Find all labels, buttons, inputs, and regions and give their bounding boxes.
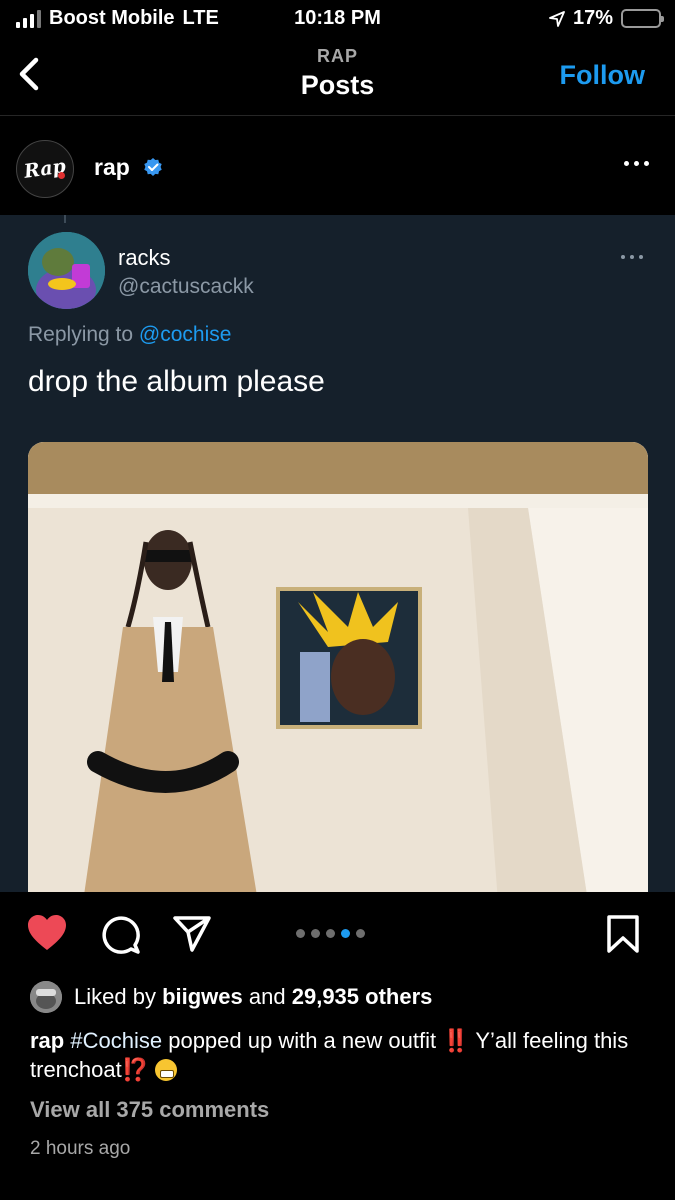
tweet-display-name: racks <box>118 245 171 270</box>
tweet-more-icon <box>621 255 643 259</box>
post-timestamp: 2 hours ago <box>30 1138 131 1159</box>
carousel-dot <box>311 929 320 938</box>
likes-middle: and <box>248 984 286 1009</box>
status-right: 17% <box>549 7 664 30</box>
likes-summary[interactable]: Liked by biigwes and 29,935 others <box>30 980 432 1014</box>
caption-user[interactable]: rap <box>30 1028 64 1053</box>
verified-badge-icon <box>144 158 162 176</box>
carousel-dot <box>296 929 305 938</box>
post-header: Rap rap <box>0 117 675 215</box>
comment-icon[interactable] <box>100 914 140 954</box>
carousel-dot <box>341 929 350 938</box>
more-options-icon[interactable] <box>624 161 649 166</box>
likes-count[interactable]: 29,935 others <box>292 984 433 1010</box>
grimacing-face-icon <box>155 1059 178 1081</box>
battery-icon <box>621 9 664 28</box>
likes-prefix: Liked by <box>74 984 156 1009</box>
carousel-dot <box>326 929 335 938</box>
replying-to: Replying to @cochise <box>28 323 231 347</box>
follow-button[interactable]: Follow <box>560 60 645 91</box>
status-bar: Boost Mobile LTE 10:18 PM 17% <box>0 0 675 38</box>
post-media-tweet[interactable]: racks @cactuscackk Replying to @cochise … <box>0 215 675 892</box>
replying-handle: @cochise <box>138 323 232 346</box>
liker-avatar <box>30 981 62 1013</box>
post-caption: rap #Cochise popped up with a new outfit… <box>30 1026 650 1084</box>
caption-text-1: popped up with a new outfit <box>168 1028 437 1053</box>
caption-bangbang-2: ⁉️ <box>121 1057 150 1082</box>
location-arrow-icon <box>549 10 565 27</box>
account-name[interactable]: rap <box>94 154 130 181</box>
tweet-photo <box>28 442 648 892</box>
carousel-indicator <box>296 929 365 938</box>
caption-hashtag[interactable]: #Cochise <box>70 1028 162 1053</box>
tweet-avatar <box>28 232 105 309</box>
send-icon[interactable] <box>172 914 212 954</box>
carousel-dot <box>356 929 365 938</box>
nav-header: RAP Posts Follow <box>0 38 675 116</box>
battery-percent: 17% <box>572 7 613 29</box>
action-bar <box>0 892 675 978</box>
likes-user[interactable]: biigwes <box>162 984 243 1010</box>
heart-filled-icon[interactable] <box>26 914 68 952</box>
bookmark-icon[interactable] <box>606 914 640 954</box>
caption-bangbang-1: ‼️ <box>442 1028 470 1053</box>
tweet-handle: @cactuscackk <box>118 275 254 298</box>
view-comments-link[interactable]: View all 375 comments <box>30 1097 269 1123</box>
replying-prefix: Replying to <box>28 323 134 346</box>
account-avatar[interactable]: Rap <box>16 140 74 198</box>
tweet-text: drop the album please <box>28 365 325 398</box>
